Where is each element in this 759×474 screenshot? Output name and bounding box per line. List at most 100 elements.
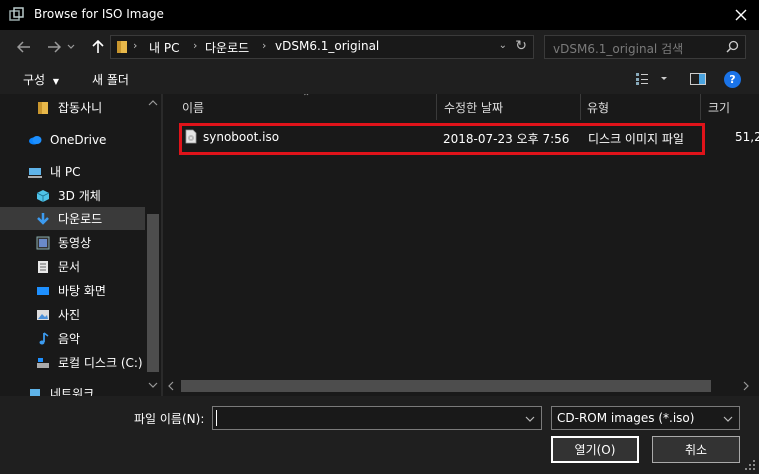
sidebar-item-desktop[interactable]: 바탕 화면 (0, 279, 145, 302)
sidebar-item-label: 사진 (58, 308, 81, 322)
sidebar-item-downloads[interactable]: 다운로드 (0, 207, 145, 230)
sidebar-item-network[interactable]: 네트워크 (0, 382, 145, 396)
sidebar-item-label: 네트워크 (50, 387, 95, 396)
text-caret (216, 410, 217, 426)
dropdown-arrow-icon: ▼ (52, 77, 60, 86)
file-list: ⌃ 이름 수정한 날짜 유형 크기 synoboot.iso 2018-07-2… (163, 94, 759, 396)
sidebar-item-label: 문서 (58, 260, 81, 274)
open-button[interactable]: 열기(O) (551, 436, 639, 463)
navigation-pane: 잡동사니 OneDrive 내 PC 3D 개체 다운로드 동영상 문서 바탕 … (0, 94, 161, 396)
sidebar-item-label: 로컬 디스크 (C:) (58, 356, 143, 370)
sidebar-item-pictures[interactable]: 사진 (0, 303, 145, 326)
dialog-footer: 파일 이름(N): CD-ROM images (*.iso) 열기(O) 취소 (0, 396, 759, 474)
sidebar-item-this-pc[interactable]: 내 PC (0, 160, 145, 183)
sidebar-item-label: 잡동사니 (58, 101, 103, 115)
breadcrumb-this-pc[interactable]: 내 PC (149, 39, 179, 56)
arrow-right-icon (48, 41, 61, 53)
network-icon (30, 388, 40, 396)
help-icon[interactable]: ? (724, 71, 741, 88)
window-title: Browse for ISO Image (34, 7, 164, 21)
folder-icon (117, 41, 127, 53)
refresh-icon[interactable]: ↻ (515, 38, 527, 54)
file-size: 51,200 (735, 130, 759, 144)
forward-button[interactable] (42, 35, 66, 59)
arrow-left-icon (17, 41, 30, 53)
search-placeholder: vDSM6.1_original 검색 (553, 42, 684, 56)
chevron-down-icon (67, 44, 75, 49)
chevron-right-icon: › (262, 39, 267, 52)
address-dropdown-icon[interactable]: ⌄ (499, 40, 507, 51)
column-header-type[interactable]: 유형 (587, 94, 609, 120)
sidebar-item-junk[interactable]: 잡동사니 (0, 96, 145, 119)
cube-icon (36, 189, 50, 202)
preview-pane-icon[interactable] (690, 73, 706, 85)
chevron-down-icon (723, 416, 733, 422)
video-icon (36, 236, 50, 249)
sort-ascending-icon: ⌃ (302, 94, 311, 103)
horizontal-scroll-thumb[interactable] (181, 380, 711, 392)
command-toolbar: 구성 ▼ 새 폴더 ? (0, 64, 759, 94)
sidebar-item-label: 동영상 (58, 236, 92, 250)
search-icon (726, 40, 739, 53)
search-box[interactable]: vDSM6.1_original 검색 (544, 35, 746, 59)
organize-button[interactable]: 구성 ▼ (23, 71, 59, 88)
chevron-down-icon[interactable] (525, 415, 535, 423)
recent-locations-button[interactable] (64, 35, 78, 59)
title-bar: Browse for ISO Image (0, 0, 759, 30)
column-divider[interactable] (580, 94, 581, 120)
vmware-icon (9, 7, 24, 21)
sidebar-scroll-thumb[interactable] (147, 214, 159, 372)
sidebar-item-label: 음악 (58, 332, 81, 346)
sidebar-item-music[interactable]: 음악 (0, 327, 145, 350)
music-icon (39, 331, 49, 344)
address-bar[interactable]: › 내 PC › 다운로드 › vDSM6.1_original ⌄ ↻ (110, 35, 534, 59)
view-options-icon[interactable] (636, 73, 670, 85)
breadcrumb-current-folder[interactable]: vDSM6.1_original (275, 39, 379, 53)
chevron-right-icon[interactable] (743, 381, 749, 391)
chevron-right-icon: › (133, 39, 138, 52)
picture-icon (37, 309, 49, 320)
drive-icon (37, 357, 49, 368)
filetype-value: CD-ROM images (*.iso) (557, 411, 695, 425)
sidebar-item-label: OneDrive (50, 132, 107, 147)
chevron-down-icon[interactable] (148, 382, 158, 388)
up-button[interactable] (86, 35, 110, 59)
sidebar-item-documents[interactable]: 문서 (0, 255, 145, 278)
new-folder-button[interactable]: 새 폴더 (92, 71, 129, 88)
column-divider[interactable] (700, 94, 701, 120)
cancel-button[interactable]: 취소 (652, 436, 740, 463)
sidebar-item-label: 내 PC (50, 165, 81, 179)
filename-label: 파일 이름(N): (134, 412, 205, 426)
organize-label: 구성 (23, 73, 46, 87)
document-icon (38, 260, 48, 273)
column-header-name[interactable]: 이름 (182, 94, 204, 120)
close-button[interactable] (723, 0, 759, 30)
column-divider[interactable] (436, 94, 437, 120)
sidebar-item-label: 다운로드 (58, 212, 103, 226)
back-button[interactable] (12, 35, 36, 59)
close-icon (735, 9, 747, 21)
sidebar-item-label: 3D 개체 (58, 189, 101, 203)
filename-input[interactable] (212, 406, 542, 430)
sidebar-item-onedrive[interactable]: OneDrive (0, 128, 145, 151)
column-header-size[interactable]: 크기 (708, 94, 730, 120)
computer-icon (28, 167, 42, 178)
folder-icon (38, 101, 48, 114)
breadcrumb-downloads[interactable]: 다운로드 (205, 39, 249, 56)
arrow-up-icon (92, 40, 104, 53)
filetype-select[interactable]: CD-ROM images (*.iso) (551, 406, 740, 430)
navigation-bar: › 내 PC › 다운로드 › vDSM6.1_original ⌄ ↻ vDS… (0, 30, 759, 64)
sidebar-item-local-disk[interactable]: 로컬 디스크 (C:) (0, 351, 145, 374)
sidebar-item-videos[interactable]: 동영상 (0, 231, 145, 254)
highlight-box (179, 123, 705, 155)
chevron-left-icon[interactable] (168, 381, 174, 391)
column-header-modified[interactable]: 수정한 날짜 (444, 94, 503, 120)
download-icon (37, 212, 49, 225)
horizontal-scrollbar[interactable] (163, 376, 759, 396)
cloud-icon (29, 135, 42, 144)
chevron-up-icon[interactable] (148, 100, 158, 106)
sidebar-item-3d-objects[interactable]: 3D 개체 (0, 184, 145, 207)
sidebar-scrollbar[interactable] (145, 94, 161, 396)
sidebar-item-label: 바탕 화면 (58, 284, 106, 298)
resize-grip-icon[interactable] (744, 459, 756, 471)
